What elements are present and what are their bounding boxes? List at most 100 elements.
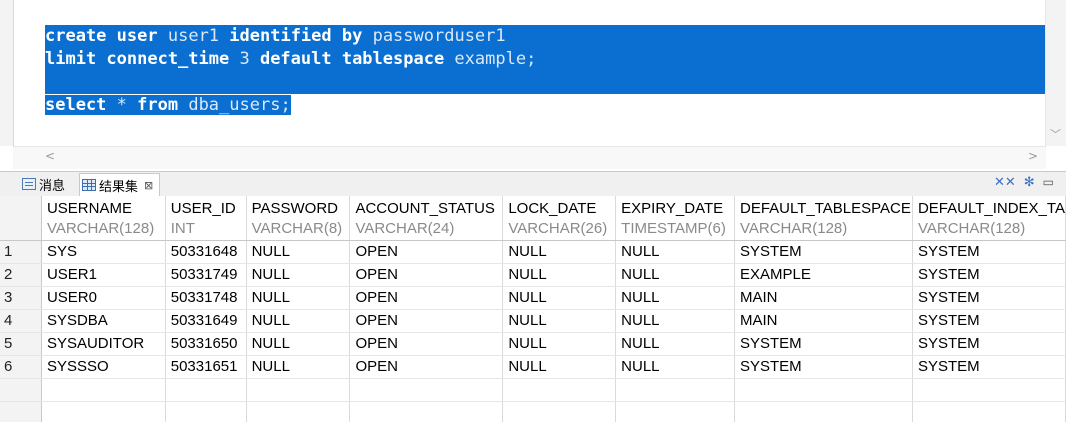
column-header[interactable]: EXPIRY_DATE TIMESTAMP(6) bbox=[615, 196, 735, 241]
table-cell[interactable]: NULL bbox=[502, 240, 617, 264]
table-cell[interactable]: MAIN bbox=[734, 309, 913, 333]
sql-code[interactable]: create user user1 identified by password… bbox=[45, 25, 1045, 117]
table-cell[interactable]: SYSTEM bbox=[912, 332, 1066, 356]
table-row[interactable]: 4 SYSDBA 50331649 NULL OPEN NULL NULL MAIN SYSTE… bbox=[0, 309, 1066, 333]
column-header[interactable]: USER_ID INT bbox=[165, 196, 247, 241]
sql-token: dba_users; bbox=[178, 95, 291, 115]
table-cell[interactable]: SYSTEM bbox=[912, 240, 1066, 264]
table-cell[interactable]: NULL bbox=[246, 263, 351, 287]
table-cell[interactable]: SYSDBA bbox=[41, 309, 166, 333]
table-row[interactable]: 2 USER1 50331749 NULL OPEN NULL NULL EXAMPLE SYS… bbox=[0, 263, 1066, 287]
table-cell[interactable]: SYSSSO bbox=[41, 355, 166, 379]
table-cell[interactable]: NULL bbox=[502, 355, 617, 379]
table-cell[interactable]: NULL bbox=[246, 355, 351, 379]
table-cell[interactable]: USER1 bbox=[41, 263, 166, 287]
empty-cell bbox=[912, 378, 1066, 402]
editor-gutter bbox=[0, 0, 14, 146]
column-header[interactable]: DEFAULT_TABLESPACE VARCHAR(128) bbox=[734, 196, 913, 241]
table-cell[interactable]: OPEN bbox=[349, 309, 504, 333]
editor-horizontal-scrollbar[interactable]: < > bbox=[13, 146, 1046, 169]
column-name: LOCK_DATE bbox=[508, 200, 597, 217]
table-cell[interactable]: SYSTEM bbox=[734, 240, 913, 264]
table-cell[interactable]: SYS bbox=[41, 240, 166, 264]
table-cell[interactable]: SYSTEM bbox=[912, 263, 1066, 287]
table-cell[interactable]: SYSTEM bbox=[912, 286, 1066, 310]
sql-keyword: limit connect_time bbox=[45, 49, 230, 69]
editor-vertical-scrollbar[interactable]: ﹀ bbox=[1045, 0, 1066, 146]
table-cell[interactable]: NULL bbox=[502, 332, 617, 356]
table-cell[interactable]: OPEN bbox=[349, 286, 504, 310]
row-number[interactable]: 2 bbox=[0, 263, 42, 287]
column-name: ACCOUNT_STATUS bbox=[355, 200, 495, 217]
table-row[interactable]: 6 SYSSSO 50331651 NULL OPEN NULL NULL SYSTEM SYS… bbox=[0, 355, 1066, 379]
table-cell[interactable]: NULL bbox=[615, 355, 735, 379]
table-cell[interactable]: NULL bbox=[615, 286, 735, 310]
pin-icon[interactable]: ✻ bbox=[1024, 175, 1035, 190]
table-cell[interactable]: NULL bbox=[246, 286, 351, 310]
table-cell[interactable]: OPEN bbox=[349, 240, 504, 264]
tab-result-set[interactable]: 结果集 ⊠ bbox=[79, 173, 161, 196]
table-row[interactable]: 1 SYS 50331648 NULL OPEN NULL NULL SYSTEM SYSTEM bbox=[0, 240, 1066, 264]
empty-cell bbox=[734, 378, 913, 402]
table-cell[interactable]: USER0 bbox=[41, 286, 166, 310]
table-cell[interactable]: NULL bbox=[246, 240, 351, 264]
column-type: VARCHAR(128) bbox=[46, 220, 155, 237]
empty-cell bbox=[734, 401, 913, 422]
table-cell[interactable]: SYSTEM bbox=[912, 309, 1066, 333]
sql-keyword: from bbox=[137, 95, 179, 115]
row-number[interactable]: 6 bbox=[0, 355, 42, 379]
table-cell[interactable]: 50331650 bbox=[165, 332, 247, 356]
tab-messages[interactable]: 消息 bbox=[22, 173, 65, 195]
sql-line[interactable]: limit connect_time 3 default tablespace … bbox=[45, 48, 1045, 71]
table-cell[interactable]: MAIN bbox=[734, 286, 913, 310]
table-cell[interactable]: SYSTEM bbox=[734, 332, 913, 356]
table-cell[interactable]: NULL bbox=[502, 286, 617, 310]
close-tab-icon[interactable]: ⊠ bbox=[144, 179, 153, 192]
row-number[interactable]: 1 bbox=[0, 240, 42, 264]
table-cell[interactable]: NULL bbox=[246, 309, 351, 333]
sql-token: example; bbox=[444, 49, 537, 69]
row-number[interactable]: 4 bbox=[0, 309, 42, 333]
table-cell[interactable]: 50331748 bbox=[165, 286, 247, 310]
table-cell[interactable]: EXAMPLE bbox=[734, 263, 913, 287]
table-cell[interactable]: 50331648 bbox=[165, 240, 247, 264]
column-name: USER_ID bbox=[170, 200, 236, 217]
scroll-right-icon[interactable]: > bbox=[1028, 149, 1038, 163]
sql-line[interactable]: select * from dba_users; bbox=[45, 94, 1045, 117]
column-header[interactable]: USERNAME VARCHAR(128) bbox=[41, 196, 166, 241]
empty-cell bbox=[349, 378, 504, 402]
table-cell[interactable]: 50331651 bbox=[165, 355, 247, 379]
table-cell[interactable]: NULL bbox=[615, 263, 735, 287]
scroll-down-icon[interactable]: ﹀ bbox=[1050, 126, 1061, 142]
result-grid[interactable]: USERNAME VARCHAR(128) USER_ID INT PASSWORD VA… bbox=[0, 196, 1066, 422]
table-row[interactable]: 5 SYSAUDITOR 50331650 NULL OPEN NULL NULL SYSTE… bbox=[0, 332, 1066, 356]
table-cell[interactable]: SYSTEM bbox=[734, 355, 913, 379]
table-cell[interactable]: OPEN bbox=[349, 355, 504, 379]
minimize-icon[interactable]: ▭ bbox=[1043, 175, 1054, 190]
table-cell[interactable]: SYSAUDITOR bbox=[41, 332, 166, 356]
table-cell[interactable]: OPEN bbox=[349, 332, 504, 356]
table-cell[interactable]: OPEN bbox=[349, 263, 504, 287]
table-cell[interactable]: NULL bbox=[615, 332, 735, 356]
table-cell[interactable]: NULL bbox=[502, 309, 617, 333]
column-header[interactable]: DEFAULT_INDEX_TA VARCHAR(128) bbox=[912, 196, 1066, 241]
column-header[interactable]: LOCK_DATE VARCHAR(26) bbox=[502, 196, 617, 241]
table-cell[interactable]: NULL bbox=[615, 309, 735, 333]
column-header[interactable]: PASSWORD VARCHAR(8) bbox=[246, 196, 351, 241]
scroll-left-icon[interactable]: < bbox=[45, 149, 55, 163]
sql-line[interactable]: create user user1 identified by password… bbox=[45, 25, 1045, 48]
table-cell[interactable]: NULL bbox=[502, 263, 617, 287]
table-cell[interactable]: 50331649 bbox=[165, 309, 247, 333]
table-cell[interactable]: NULL bbox=[615, 240, 735, 264]
table-cell[interactable]: SYSTEM bbox=[912, 355, 1066, 379]
table-cell[interactable]: NULL bbox=[246, 332, 351, 356]
remove-all-icon[interactable]: ✕✕ bbox=[994, 175, 1016, 190]
column-header[interactable]: ACCOUNT_STATUS VARCHAR(24) bbox=[349, 196, 504, 241]
table-cell[interactable]: 50331749 bbox=[165, 263, 247, 287]
sql-line[interactable] bbox=[45, 71, 1045, 94]
table-row[interactable]: 3 USER0 50331748 NULL OPEN NULL NULL MAIN SYSTEM bbox=[0, 286, 1066, 310]
empty-cell bbox=[0, 378, 42, 402]
row-number[interactable]: 5 bbox=[0, 332, 42, 356]
sql-editor[interactable]: create user user1 identified by password… bbox=[0, 0, 1066, 170]
row-number[interactable]: 3 bbox=[0, 286, 42, 310]
